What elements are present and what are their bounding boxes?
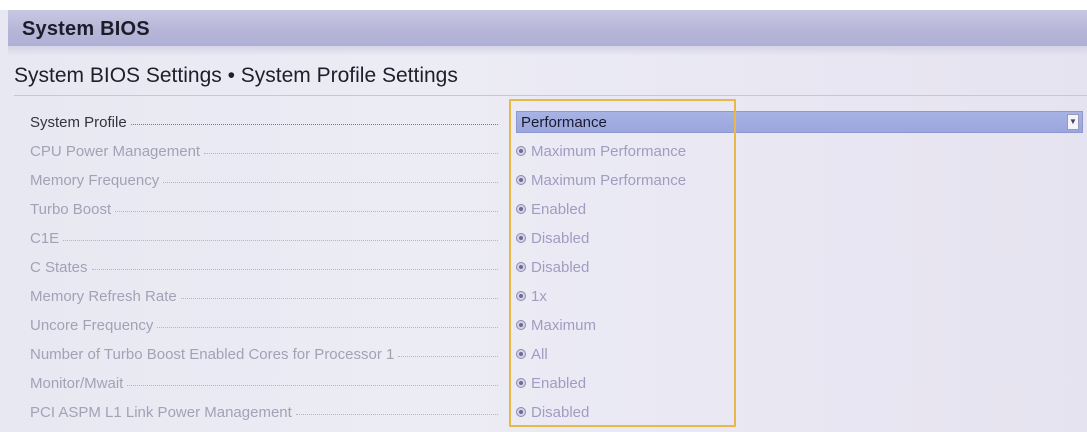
radio-selected-icon[interactable] (516, 262, 526, 272)
setting-row-turbo-boost-cores[interactable]: Number of Turbo Boost Enabled Cores for … (0, 340, 1087, 369)
setting-row-memory-frequency[interactable]: Memory Frequency Maximum Performance (0, 166, 1087, 195)
setting-label: C States (30, 257, 498, 277)
setting-label: PCI ASPM L1 Link Power Management (30, 402, 498, 422)
setting-label: Memory Frequency (30, 170, 498, 190)
leader-dots (127, 384, 498, 386)
setting-row-monitor-mwait[interactable]: Monitor/Mwait Enabled (0, 369, 1087, 398)
leader-dots (157, 326, 498, 328)
setting-label: Uncore Frequency (30, 315, 498, 335)
radio-selected-icon[interactable] (516, 378, 526, 388)
setting-row-pci-aspm-l1[interactable]: PCI ASPM L1 Link Power Management Disabl… (0, 398, 1087, 427)
top-strip (0, 0, 1087, 10)
setting-label: C1E (30, 228, 498, 248)
leader-dots (204, 152, 498, 154)
setting-value[interactable]: Maximum Performance (516, 170, 686, 190)
radio-selected-icon[interactable] (516, 291, 526, 301)
setting-value[interactable]: Disabled (516, 228, 589, 248)
title-bar-shadow (8, 46, 1087, 56)
radio-selected-icon[interactable] (516, 407, 526, 417)
leader-dots (295, 413, 498, 415)
setting-label: Turbo Boost (30, 199, 498, 219)
setting-row-c-states[interactable]: C States Disabled (0, 253, 1087, 282)
leader-dots (163, 181, 498, 183)
leader-dots (180, 297, 498, 299)
setting-value[interactable]: 1x (516, 286, 547, 306)
breadcrumb: System BIOS Settings • System Profile Se… (14, 64, 458, 87)
setting-label: CPU Power Management (30, 141, 498, 161)
setting-row-uncore-frequency[interactable]: Uncore Frequency Maximum (0, 311, 1087, 340)
dropdown-value: Performance (521, 114, 607, 131)
setting-label: System Profile (30, 112, 498, 132)
setting-label: Monitor/Mwait (30, 373, 498, 393)
window-title: System BIOS (22, 18, 150, 40)
radio-selected-icon[interactable] (516, 175, 526, 185)
leader-dots (91, 268, 498, 270)
setting-value[interactable]: Disabled (516, 402, 589, 422)
setting-row-turbo-boost[interactable]: Turbo Boost Enabled (0, 195, 1087, 224)
setting-value[interactable]: All (516, 344, 548, 364)
system-profile-dropdown[interactable]: Performance ▼ (516, 111, 1083, 133)
leader-dots (115, 210, 498, 212)
leader-dots (63, 239, 498, 241)
leader-dots (130, 123, 498, 125)
radio-selected-icon[interactable] (516, 349, 526, 359)
setting-row-cpu-power-management[interactable]: CPU Power Management Maximum Performance (0, 137, 1087, 166)
setting-value[interactable]: Disabled (516, 257, 589, 277)
title-bar: System BIOS (8, 10, 1087, 46)
radio-selected-icon[interactable] (516, 233, 526, 243)
radio-selected-icon[interactable] (516, 320, 526, 330)
radio-selected-icon[interactable] (516, 146, 526, 156)
setting-value[interactable]: Enabled (516, 373, 586, 393)
setting-row-system-profile[interactable]: System Profile Performance ▼ (0, 108, 1087, 137)
divider (14, 95, 1087, 96)
setting-row-c1e[interactable]: C1E Disabled (0, 224, 1087, 253)
setting-label: Number of Turbo Boost Enabled Cores for … (30, 344, 498, 364)
setting-value[interactable]: Maximum (516, 315, 596, 335)
setting-row-memory-refresh-rate[interactable]: Memory Refresh Rate 1x (0, 282, 1087, 311)
setting-label: Memory Refresh Rate (30, 286, 498, 306)
chevron-down-icon[interactable]: ▼ (1067, 114, 1079, 130)
setting-value[interactable]: Enabled (516, 199, 586, 219)
setting-value[interactable]: Maximum Performance (516, 141, 686, 161)
leader-dots (398, 355, 498, 357)
radio-selected-icon[interactable] (516, 204, 526, 214)
bios-screen: System BIOS System BIOS Settings • Syste… (0, 0, 1087, 432)
